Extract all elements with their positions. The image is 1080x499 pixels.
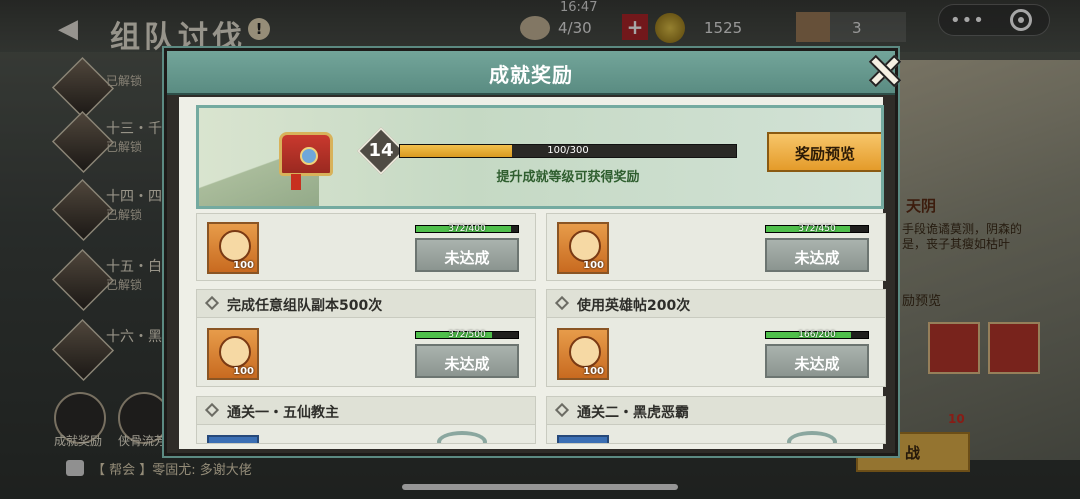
achievement-progress-text: 166/200	[798, 330, 836, 340]
diamond-bullet-icon	[554, 402, 570, 418]
swirl-decoration	[787, 431, 837, 443]
reward-quantity: 100	[233, 260, 254, 271]
reward-item-icon[interactable]	[557, 435, 609, 443]
modal-title: 成就奖励	[489, 63, 573, 87]
achievement-header: 使用英雄帖200次	[547, 290, 885, 318]
banner-hint: 提升成就等级可获得奖励	[496, 170, 640, 185]
claim-button[interactable]: 未达成	[415, 344, 519, 378]
claim-status: 未达成	[794, 355, 840, 373]
claim-button[interactable]: 未达成	[765, 344, 869, 378]
achievement-header: 通关二・黑虎恶霸	[547, 397, 885, 425]
reward-preview-button[interactable]: 奖励预览	[767, 132, 881, 172]
fist-badge-icon[interactable]: 100	[207, 328, 259, 380]
achievement-progress-text: 372/400	[448, 224, 486, 234]
reward-quantity: 100	[583, 366, 604, 377]
achievement-progress-text: 372/450	[798, 224, 836, 234]
reward-quantity: 100	[233, 366, 254, 377]
reward-quantity: 100	[583, 260, 604, 271]
achievement-header: 通关一・五仙教主	[197, 397, 535, 425]
achievement-header: 完成任意组队副本500次	[197, 290, 535, 318]
achievement-card: 100 372/400 未达成	[196, 213, 536, 281]
achievement-progress-text: 372/500	[448, 330, 486, 340]
close-icon[interactable]	[867, 53, 899, 85]
achievement-title: 使用英雄帖200次	[577, 298, 691, 314]
achievement-title: 通关一・五仙教主	[227, 405, 339, 421]
modal-header: 成就奖励	[167, 51, 895, 95]
treasure-chest-icon[interactable]	[279, 132, 333, 176]
fist-badge-icon[interactable]: 100	[207, 222, 259, 274]
claim-button[interactable]: 未达成	[765, 238, 869, 272]
diamond-bullet-icon	[204, 402, 220, 418]
reward-item-icon[interactable]	[207, 435, 259, 443]
achievement-title: 完成任意组队副本500次	[227, 298, 383, 314]
achievement-modal: 成就奖励 14 100/300 提升成就等级可获得奖励 奖励预览 100 372…	[164, 48, 898, 456]
diamond-bullet-icon	[204, 295, 220, 311]
achievement-card: 100 372/450 未达成	[546, 213, 886, 281]
achievement-card: 完成任意组队副本500次 100 372/500 未达成	[196, 289, 536, 387]
diamond-bullet-icon	[554, 295, 570, 311]
swirl-decoration	[437, 431, 487, 443]
claim-status: 未达成	[444, 355, 490, 373]
achievement-title: 通关二・黑虎恶霸	[577, 405, 689, 421]
claim-status: 未达成	[444, 249, 490, 267]
reward-preview-button-label: 奖励预览	[794, 145, 855, 163]
claim-button[interactable]: 未达成	[415, 238, 519, 272]
achievement-card: 使用英雄帖200次 100 166/200 未达成	[546, 289, 886, 387]
claim-status: 未达成	[794, 249, 840, 267]
fist-badge-icon[interactable]: 100	[557, 222, 609, 274]
achievement-card: 通关一・五仙教主	[196, 396, 536, 444]
level-number: 14	[368, 140, 394, 161]
fist-badge-icon[interactable]: 100	[557, 328, 609, 380]
achievement-card: 通关二・黑虎恶霸	[546, 396, 886, 444]
achievement-level-banner: 14 100/300 提升成就等级可获得奖励 奖励预览	[196, 105, 884, 209]
chest-tassel	[291, 174, 301, 190]
xp-text: 100/300	[547, 145, 589, 156]
